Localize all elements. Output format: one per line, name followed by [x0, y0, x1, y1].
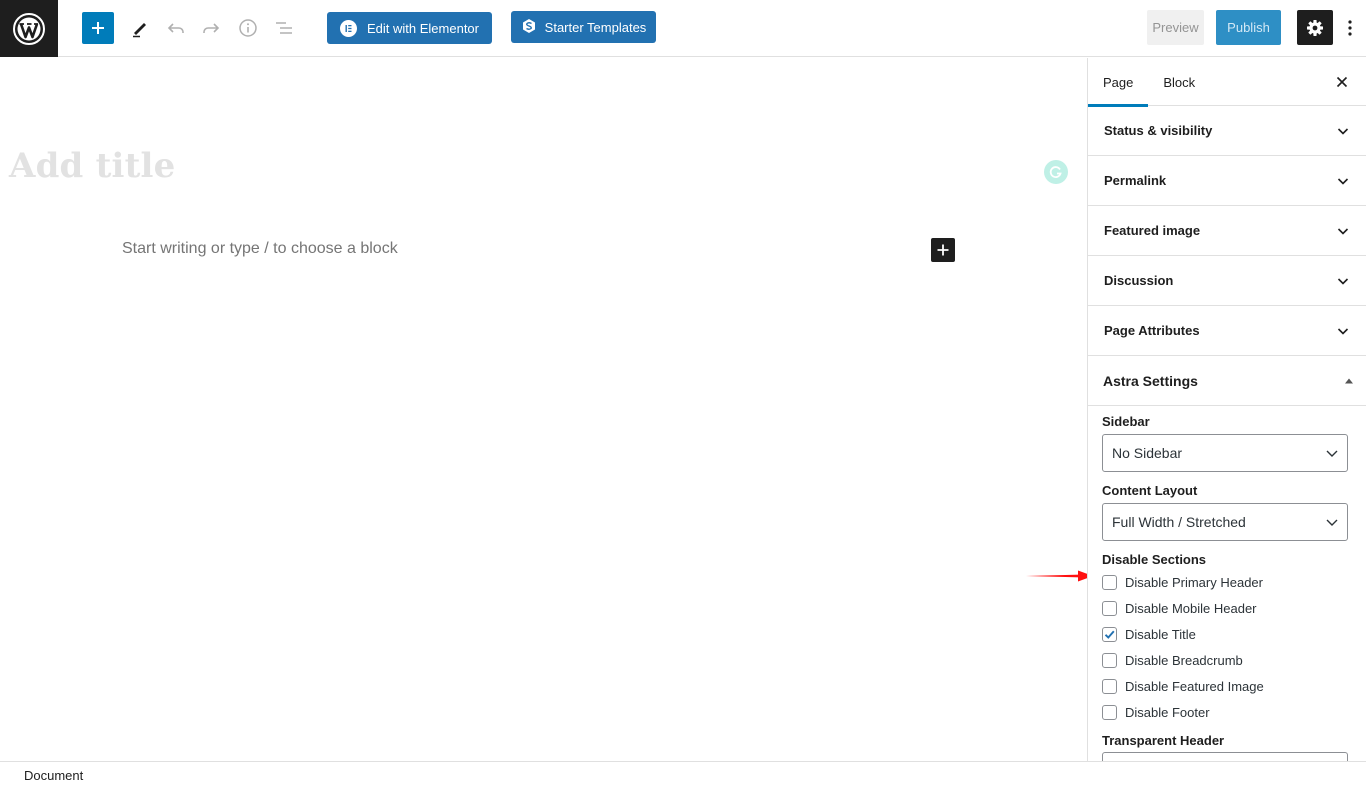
disable-mobile-header-option[interactable]: Disable Mobile Header: [1102, 595, 1350, 621]
panel-astra-settings[interactable]: Astra Settings: [1088, 356, 1366, 406]
panel-label: Status & visibility: [1104, 123, 1213, 138]
disable-featured-image-option[interactable]: Disable Featured Image: [1102, 673, 1350, 699]
disable-breadcrumb-option[interactable]: Disable Breadcrumb: [1102, 647, 1350, 673]
checkbox-label: Disable Primary Header: [1125, 574, 1263, 590]
chevron-down-icon: [1326, 519, 1338, 526]
list-view-button[interactable]: [272, 16, 296, 40]
disable-sections-label: Disable Sections: [1102, 552, 1207, 567]
publish-button[interactable]: Publish: [1216, 10, 1281, 45]
sidebar-tabs: Page Block: [1088, 58, 1366, 107]
undo-button[interactable]: [164, 16, 188, 40]
editor-canvas: Add title Start writing or type / to cho…: [0, 58, 1093, 761]
panel-label: Discussion: [1104, 273, 1174, 288]
tab-block[interactable]: Block: [1148, 58, 1210, 106]
red-arrow-icon: [1026, 570, 1093, 582]
checkbox[interactable]: [1102, 574, 1117, 590]
panel-status-visibility[interactable]: Status & visibility: [1088, 106, 1366, 156]
panel-label: Page Attributes: [1104, 323, 1200, 338]
sidebar-select-value: No Sidebar: [1112, 445, 1183, 461]
close-icon: [1336, 76, 1348, 88]
disable-title-option[interactable]: Disable Title: [1102, 621, 1350, 647]
list-view-icon: [276, 22, 292, 34]
block-inserter-button[interactable]: [82, 12, 114, 44]
pencil-icon: [133, 23, 146, 38]
settings-sidebar: Page Block Status & visibility Permalink…: [1087, 58, 1366, 761]
chevron-down-icon: [1337, 127, 1349, 135]
more-vertical-icon: [1348, 20, 1352, 36]
edit-with-elementor-button[interactable]: Edit with Elementor: [327, 12, 492, 44]
checkbox-label: Disable Footer: [1125, 704, 1210, 720]
sidebar-select[interactable]: No Sidebar: [1102, 434, 1348, 472]
panel-discussion[interactable]: Discussion: [1088, 256, 1366, 306]
redo-button[interactable]: [199, 16, 223, 40]
gear-icon: [1307, 19, 1323, 36]
panel-label: Featured image: [1104, 223, 1201, 238]
panel-featured-image[interactable]: Featured image: [1088, 206, 1366, 256]
checkbox[interactable]: [1102, 704, 1117, 720]
sidebar-field-label: Sidebar: [1102, 414, 1150, 429]
transparent-header-select[interactable]: [1102, 752, 1348, 761]
info-icon: [239, 19, 257, 37]
panel-label: Astra Settings: [1103, 372, 1198, 389]
tab-page[interactable]: Page: [1088, 58, 1149, 107]
block-placeholder[interactable]: Start writing or type / to choose a bloc…: [122, 240, 398, 258]
disable-primary-header-option[interactable]: Disable Primary Header: [1102, 569, 1350, 595]
preview-button[interactable]: Preview: [1147, 10, 1204, 45]
wordpress-logo-icon[interactable]: [0, 0, 58, 57]
checkbox[interactable]: [1102, 600, 1117, 616]
checkmark-icon: [1104, 630, 1115, 639]
panel-label: Permalink: [1104, 173, 1167, 188]
details-button[interactable]: [236, 16, 260, 40]
astra-settings-body: Sidebar No Sidebar Content Layout Full W…: [1088, 406, 1366, 761]
settings-button[interactable]: [1297, 10, 1333, 45]
tools-button[interactable]: [128, 16, 152, 40]
chevron-down-icon: [1337, 177, 1349, 185]
checkbox[interactable]: [1102, 652, 1117, 668]
checkbox-label: Disable Mobile Header: [1125, 600, 1257, 616]
chevron-down-icon: [1326, 450, 1338, 457]
add-block-button[interactable]: [931, 238, 955, 262]
post-title-input[interactable]: Add title: [9, 146, 175, 186]
plus-icon: [92, 22, 104, 34]
panel-permalink[interactable]: Permalink: [1088, 156, 1366, 206]
content-layout-label: Content Layout: [1102, 483, 1198, 498]
content-layout-select[interactable]: Full Width / Stretched: [1102, 503, 1348, 541]
plus-icon: [937, 244, 949, 256]
redo-icon: [203, 23, 220, 33]
panel-page-attributes[interactable]: Page Attributes: [1088, 306, 1366, 356]
transparent-header-label: Transparent Header: [1102, 733, 1225, 748]
edit-with-elementor-label: Edit with Elementor: [367, 20, 479, 36]
undo-icon: [167, 23, 184, 33]
checkbox-checked[interactable]: [1102, 626, 1117, 642]
chevron-down-icon: [1337, 277, 1349, 285]
disable-footer-option[interactable]: Disable Footer: [1102, 699, 1350, 725]
chevron-down-icon: [1337, 327, 1349, 335]
starter-templates-label: Starter Templates: [544, 19, 647, 35]
checkbox-label: Disable Title: [1125, 626, 1196, 642]
close-sidebar-button[interactable]: [1330, 70, 1354, 94]
options-button[interactable]: [1340, 14, 1360, 42]
starter-templates-icon: [521, 18, 537, 37]
content-layout-value: Full Width / Stretched: [1112, 514, 1246, 530]
elementor-icon: [340, 19, 357, 37]
checkbox[interactable]: [1102, 678, 1117, 694]
grammarly-icon[interactable]: [1044, 160, 1068, 184]
checkbox-label: Disable Breadcrumb: [1125, 652, 1243, 668]
checkbox-label: Disable Featured Image: [1125, 678, 1264, 694]
chevron-down-icon: [1337, 227, 1349, 235]
starter-templates-button[interactable]: Starter Templates: [511, 11, 656, 43]
breadcrumb[interactable]: Document: [24, 768, 83, 783]
caret-up-icon: [1345, 378, 1353, 383]
editor-footer: Document: [0, 761, 1366, 786]
editor-header: Edit with Elementor Starter Templates Pr…: [0, 0, 1366, 57]
